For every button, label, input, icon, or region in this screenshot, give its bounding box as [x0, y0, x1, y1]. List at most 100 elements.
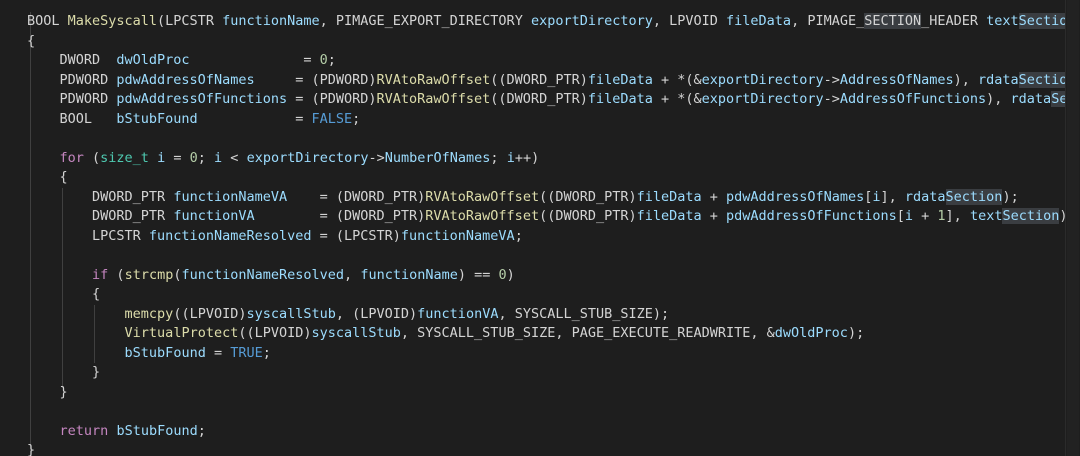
- code-token: functionNameVA: [173, 188, 288, 205]
- code-line-content: }: [27, 441, 35, 456]
- code-token: =: [205, 344, 231, 361]
- code-line[interactable]: DWORD_PTR functionNameVA = (DWORD_PTR)RV…: [0, 188, 1080, 208]
- code-token: rdata: [904, 188, 946, 205]
- code-token: AddressOfNames: [839, 71, 954, 88]
- code-token: ;: [197, 149, 215, 166]
- code-line[interactable]: LPCSTR functionNameResolved = (LPCSTR)fu…: [0, 227, 1080, 247]
- code-line-content: bStubFound = TRUE;: [27, 344, 271, 364]
- code-token: fileData: [587, 91, 653, 107]
- code-token: ->: [368, 149, 385, 166]
- code-token: fileData: [636, 208, 702, 224]
- code-line[interactable]: [0, 129, 1080, 149]
- code-line-content: {: [27, 32, 35, 52]
- code-line[interactable]: {: [0, 285, 1080, 305]
- code-line[interactable]: bStubFound = TRUE;: [0, 344, 1080, 364]
- code-line[interactable]: for (size_t i = 0; i < exportDirectory->…: [0, 149, 1080, 169]
- scrollbar-thumb[interactable]: [1067, 0, 1079, 456]
- code-token: TRUE: [230, 344, 263, 361]
- code-token: i: [904, 208, 914, 224]
- code-line[interactable]: DWORD_PTR functionVA = (DWORD_PTR)RVAtoR…: [0, 207, 1080, 227]
- code-token: SECTION: [864, 13, 922, 29]
- code-token: ;: [262, 344, 271, 361]
- code-token: MakeSyscall: [67, 13, 158, 29]
- code-line[interactable]: return bStubFound;: [0, 422, 1080, 442]
- code-token: (LPCSTR: [157, 13, 223, 29]
- code-line-content: DWORD_PTR functionVA = (DWORD_PTR)RVAtoR…: [27, 207, 1076, 227]
- code-token: text: [986, 13, 1019, 29]
- vertical-scrollbar[interactable]: [1065, 0, 1080, 456]
- code-token: ((DWORD_PTR): [490, 71, 588, 88]
- code-line[interactable]: BOOL MakeSyscall(LPCSTR functionName, PI…: [0, 12, 1080, 32]
- code-token: ((DWORD_PTR): [539, 188, 637, 205]
- code-token: NumberOfNames: [384, 149, 491, 166]
- code-line[interactable]: PDWORD pdwAddressOfNames = (PDWORD)RVAto…: [0, 71, 1080, 91]
- code-token: syscallStub: [311, 325, 401, 341]
- code-line[interactable]: memcpy((LPVOID)syscallStub, (LPVOID)func…: [0, 305, 1080, 325]
- code-token: , (LPVOID): [335, 305, 418, 322]
- code-token: pdwAddressOfFunctions: [116, 91, 288, 107]
- code-token: exportDirectory: [701, 71, 824, 88]
- code-token: RVAtoRawOffset: [425, 208, 540, 224]
- code-line[interactable]: DWORD dwOldProc = 0;: [0, 51, 1080, 71]
- code-token: pdwAddressOfNames: [116, 71, 255, 88]
- code-line[interactable]: }: [0, 383, 1080, 403]
- code-line[interactable]: {: [0, 168, 1080, 188]
- code-token: ],: [945, 208, 970, 224]
- code-token: DWORD_PTR: [27, 188, 174, 205]
- code-line[interactable]: [0, 246, 1080, 266]
- code-token: =: [197, 110, 312, 127]
- code-line[interactable]: if (strcmp(functionNameResolved, functio…: [0, 266, 1080, 286]
- code-token: Section: [945, 188, 1003, 205]
- code-token: bStubFound: [116, 422, 198, 439]
- code-token: = (PDWORD): [287, 91, 377, 107]
- code-token: ],: [880, 188, 905, 205]
- code-token: exportDirectory: [701, 91, 824, 107]
- code-token: if: [92, 266, 109, 283]
- code-token: exportDirectory: [246, 149, 369, 166]
- code-line[interactable]: [0, 402, 1080, 422]
- code-lines[interactable]: BOOL MakeSyscall(LPCSTR functionName, PI…: [0, 12, 1080, 456]
- code-token: functionVA: [173, 208, 255, 224]
- code-token: }: [27, 442, 36, 456]
- code-token: , SYSCALL_STUB_SIZE, PAGE_EXECUTE_READWR…: [400, 325, 775, 341]
- code-token: = (DWORD_PTR): [287, 188, 426, 205]
- code-line-content: {: [27, 168, 68, 188]
- code-token: + *(&: [652, 91, 702, 107]
- code-line[interactable]: BOOL bStubFound = FALSE;: [0, 110, 1080, 130]
- code-token: Section: [1002, 208, 1060, 224]
- code-token: BOOL: [27, 13, 68, 29]
- code-line-content: PDWORD pdwAddressOfFunctions = (PDWORD)R…: [27, 90, 1080, 110]
- code-token: ),: [986, 91, 1011, 107]
- code-token: ;: [197, 422, 206, 439]
- code-line-content: DWORD_PTR functionNameVA = (DWORD_PTR)RV…: [27, 188, 1019, 208]
- code-line-content: PDWORD pdwAddressOfNames = (PDWORD)RVAto…: [27, 71, 1080, 91]
- code-line[interactable]: PDWORD pdwAddressOfFunctions = (PDWORD)R…: [0, 90, 1080, 110]
- code-token: 0: [319, 52, 328, 68]
- code-token: PDWORD: [27, 71, 117, 88]
- code-token: fileData: [636, 188, 702, 205]
- code-token: pdwAddressOfNames: [726, 188, 865, 205]
- code-line[interactable]: VirtualProtect((LPVOID)syscallStub, SYSC…: [0, 324, 1080, 344]
- code-line[interactable]: }: [0, 363, 1080, 383]
- code-line-content: VirtualProtect((LPVOID)syscallStub, SYSC…: [27, 324, 865, 344]
- code-line[interactable]: {: [0, 32, 1080, 52]
- code-token: i: [214, 149, 223, 166]
- code-editor[interactable]: BOOL MakeSyscall(LPCSTR functionName, PI…: [0, 0, 1080, 456]
- code-token: pdwAddressOfFunctions: [726, 208, 897, 224]
- code-token: ((DWORD_PTR): [490, 91, 588, 107]
- code-line[interactable]: }: [0, 441, 1080, 456]
- code-token: 0: [189, 149, 198, 166]
- code-token: functionVA: [417, 305, 499, 322]
- code-token: RVAtoRawOffset: [376, 91, 491, 107]
- code-token: }: [27, 383, 68, 400]
- code-line-content: memcpy((LPVOID)syscallStub, (LPVOID)func…: [27, 305, 670, 325]
- code-token: +: [701, 208, 727, 224]
- code-token: rdata: [978, 71, 1019, 88]
- code-token: {: [27, 169, 68, 185]
- code-token: =: [165, 149, 190, 166]
- code-token: ) ==: [457, 266, 499, 283]
